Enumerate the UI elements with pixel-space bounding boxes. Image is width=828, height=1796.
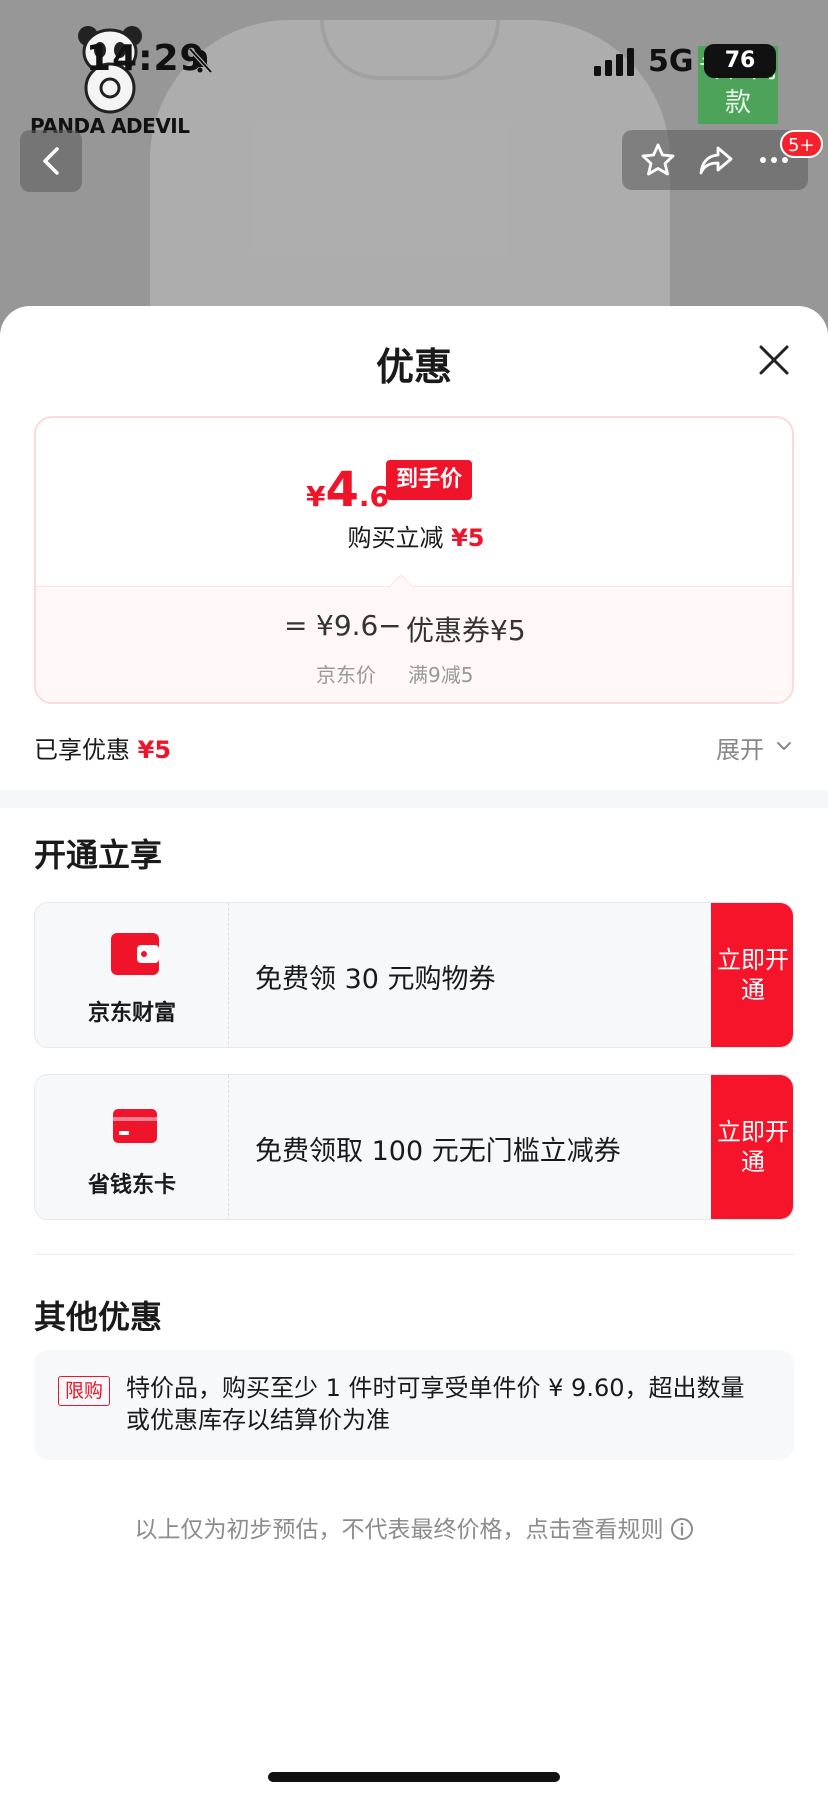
disclaimer-text[interactable]: 以上仅为初步预估，不代表最终价格，点击查看规则 — [135, 1517, 664, 1543]
card-icon — [113, 1109, 157, 1143]
expand-button[interactable]: 展开 — [716, 730, 764, 765]
notification-badge: 5+ — [780, 130, 823, 158]
promo-card-jd-finance: 京东财富 免费领 30 元购物券 立即开通 — [34, 902, 794, 1048]
wallet-icon — [111, 933, 159, 975]
chevron-down-icon[interactable] — [776, 738, 792, 754]
discount-sheet: 优惠 ¥4.6 到手价 购买立减 ¥5 = ¥9.6 − 优惠券¥5 京东价 满… — [0, 306, 828, 1796]
price-formula-area: = ¥9.6 − 优惠券¥5 京东价 满9减5 — [36, 586, 792, 702]
signal-icon — [594, 48, 634, 76]
final-price: ¥4.6 — [306, 462, 389, 518]
promo-brand: 省钱东卡 — [35, 1075, 229, 1219]
back-button[interactable] — [20, 130, 82, 192]
sheet-title: 优惠 — [375, 345, 452, 389]
enjoyed-discount: 已享优惠 ¥5 — [34, 730, 171, 765]
instant-reduce-line: 购买立减 ¥5 — [36, 518, 792, 553]
formula-jd-price: ¥9.6 — [316, 609, 379, 642]
final-price-tag: 到手价 — [386, 460, 473, 500]
close-icon[interactable] — [756, 342, 792, 378]
section-gap — [0, 790, 828, 808]
final-price-area: ¥4.6 到手价 购买立减 ¥5 — [36, 418, 792, 586]
promo-name: 省钱东卡 — [87, 1173, 176, 1198]
share-icon[interactable] — [698, 142, 734, 178]
formula-equals: = — [284, 609, 308, 642]
enjoyed-label: 已享优惠 — [34, 736, 130, 764]
promo-card-saving-card: 省钱东卡 免费领取 100 元无门槛立减券 立即开通 — [34, 1074, 794, 1220]
rules-disclaimer[interactable]: 以上仅为初步预估，不代表最终价格，点击查看规则 — [0, 1510, 828, 1544]
other-discount-item: 限购 特价品，购买至少 1 件时可享受单件价 ¥ 9.60，超出数量或优惠库存以… — [34, 1350, 794, 1460]
home-indicator[interactable] — [268, 1772, 560, 1782]
open-section-title: 开通立享 — [34, 836, 163, 874]
reduce-amount: ¥5 — [451, 524, 485, 552]
promo-description: 免费领取 100 元无门槛立减券 — [255, 1136, 621, 1167]
open-now-button[interactable]: 立即开通 — [711, 1075, 793, 1219]
promo-brand: 京东财富 — [35, 903, 229, 1047]
enjoyed-amount: ¥5 — [137, 736, 172, 764]
network-type: 5G — [648, 44, 694, 79]
final-price-integer: 4 — [325, 462, 359, 518]
info-icon[interactable] — [670, 1517, 694, 1541]
status-bar: 14:29 5G 76 — [0, 0, 828, 120]
coupon-rule: 满9减5 — [408, 663, 474, 687]
star-icon[interactable] — [640, 142, 676, 178]
promo-name: 京东财富 — [87, 1001, 176, 1026]
bell-muted-icon — [188, 47, 213, 74]
reduce-label: 购买立减 — [347, 524, 444, 552]
chevron-left-icon — [43, 147, 59, 175]
other-discount-text: 特价品，购买至少 1 件时可享受单件价 ¥ 9.60，超出数量或优惠库存以结算价… — [126, 1374, 745, 1434]
price-breakdown-card: ¥4.6 到手价 购买立减 ¥5 = ¥9.6 − 优惠券¥5 京东价 满9减5 — [34, 416, 794, 704]
formula-coupon: 优惠券¥5 — [406, 614, 526, 647]
battery-indicator: 76 — [704, 44, 776, 78]
formula-minus: − — [378, 609, 402, 642]
section-divider — [34, 1254, 794, 1255]
jd-price-label: 京东价 — [316, 663, 376, 687]
open-now-button[interactable]: 立即开通 — [711, 903, 793, 1047]
promo-description: 免费领 30 元购物券 — [255, 964, 496, 995]
final-price-decimal: .6 — [358, 480, 390, 513]
currency-symbol: ¥ — [306, 480, 326, 513]
limit-tag: 限购 — [58, 1376, 111, 1406]
other-section-title: 其他优惠 — [34, 1298, 163, 1336]
